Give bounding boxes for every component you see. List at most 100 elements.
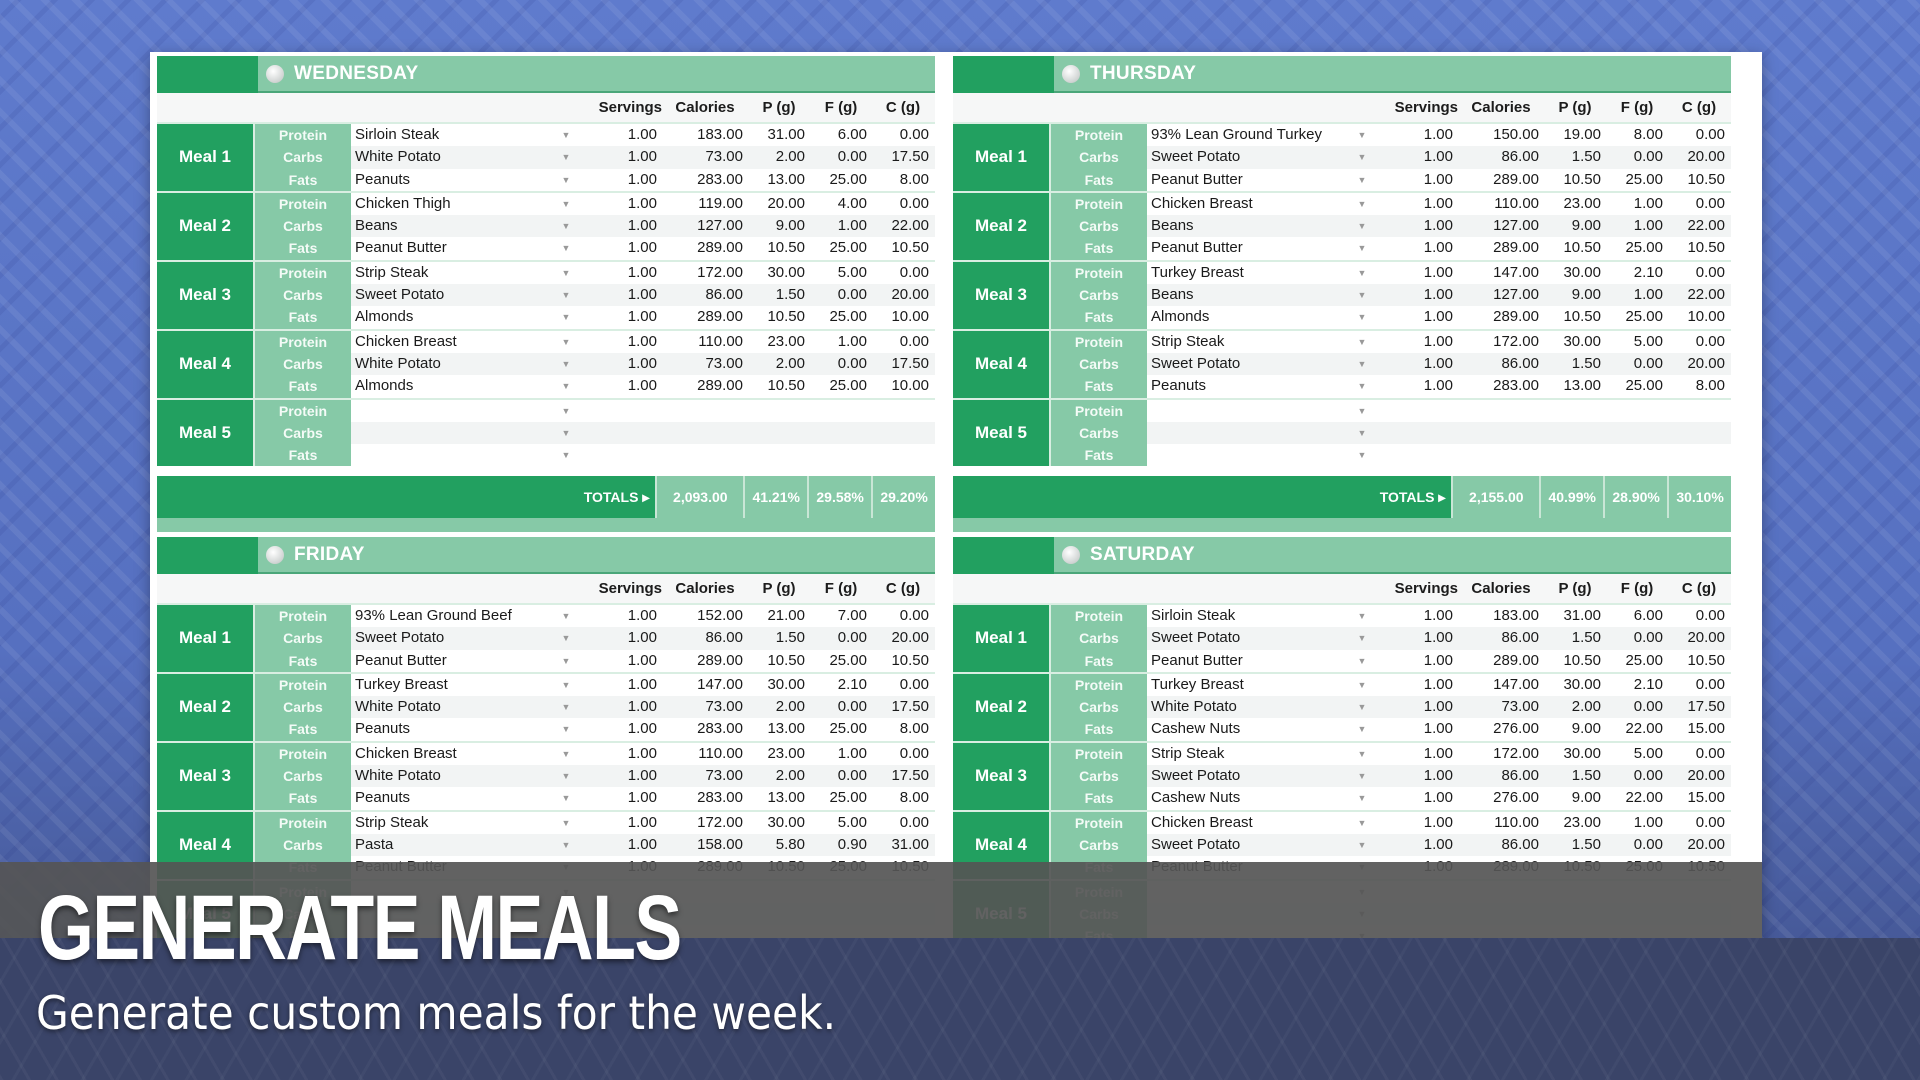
food-select[interactable]: 93% Lean Ground Beef: [351, 605, 555, 627]
dropdown-arrow-icon[interactable]: ▼: [1351, 284, 1373, 306]
servings-value[interactable]: [1373, 422, 1459, 444]
food-select[interactable]: Sweet Potato: [351, 627, 555, 649]
dropdown-arrow-icon[interactable]: ▼: [1351, 237, 1373, 259]
dropdown-arrow-icon[interactable]: ▼: [1351, 787, 1373, 809]
food-select[interactable]: Chicken Thigh: [351, 193, 555, 215]
dropdown-arrow-icon[interactable]: ▼: [1351, 193, 1373, 215]
servings-value[interactable]: 1.00: [577, 306, 663, 328]
food-select[interactable]: Sweet Potato: [351, 284, 555, 306]
dropdown-arrow-icon[interactable]: ▼: [555, 169, 577, 191]
dropdown-arrow-icon[interactable]: ▼: [1351, 169, 1373, 191]
food-select[interactable]: Strip Steak: [351, 812, 555, 834]
food-select[interactable]: Sweet Potato: [1147, 353, 1351, 375]
day-status-dot-icon[interactable]: [1062, 545, 1080, 564]
food-select[interactable]: Peanut Butter: [351, 237, 555, 259]
dropdown-arrow-icon[interactable]: ▼: [1351, 215, 1373, 237]
food-select[interactable]: [351, 400, 555, 422]
dropdown-arrow-icon[interactable]: ▼: [555, 718, 577, 740]
servings-value[interactable]: 1.00: [1373, 146, 1459, 168]
food-select[interactable]: Cashew Nuts: [1147, 718, 1351, 740]
food-select[interactable]: Beans: [1147, 215, 1351, 237]
food-select[interactable]: [1147, 400, 1351, 422]
servings-value[interactable]: 1.00: [577, 215, 663, 237]
dropdown-arrow-icon[interactable]: ▼: [555, 400, 577, 422]
dropdown-arrow-icon[interactable]: ▼: [1351, 696, 1373, 718]
servings-value[interactable]: 1.00: [577, 146, 663, 168]
servings-value[interactable]: 1.00: [577, 812, 663, 834]
food-select[interactable]: Turkey Breast: [351, 674, 555, 696]
servings-value[interactable]: 1.00: [1373, 284, 1459, 306]
dropdown-arrow-icon[interactable]: ▼: [555, 262, 577, 284]
servings-value[interactable]: [1373, 444, 1459, 466]
dropdown-arrow-icon[interactable]: ▼: [1351, 743, 1373, 765]
dropdown-arrow-icon[interactable]: ▼: [555, 650, 577, 672]
servings-value[interactable]: 1.00: [1373, 375, 1459, 397]
dropdown-arrow-icon[interactable]: ▼: [555, 627, 577, 649]
dropdown-arrow-icon[interactable]: ▼: [555, 193, 577, 215]
food-select[interactable]: Peanuts: [351, 718, 555, 740]
servings-value[interactable]: 1.00: [1373, 353, 1459, 375]
servings-value[interactable]: 1.00: [1373, 215, 1459, 237]
dropdown-arrow-icon[interactable]: ▼: [555, 674, 577, 696]
dropdown-arrow-icon[interactable]: ▼: [555, 146, 577, 168]
servings-value[interactable]: 1.00: [1373, 718, 1459, 740]
food-select[interactable]: Almonds: [351, 375, 555, 397]
food-select[interactable]: Strip Steak: [1147, 331, 1351, 353]
servings-value[interactable]: [577, 422, 663, 444]
food-select[interactable]: 93% Lean Ground Turkey: [1147, 124, 1351, 146]
dropdown-arrow-icon[interactable]: ▼: [1351, 834, 1373, 856]
servings-value[interactable]: 1.00: [1373, 627, 1459, 649]
servings-value[interactable]: [1373, 400, 1459, 422]
servings-value[interactable]: 1.00: [1373, 765, 1459, 787]
food-select[interactable]: Sirloin Steak: [351, 124, 555, 146]
servings-value[interactable]: 1.00: [1373, 169, 1459, 191]
food-select[interactable]: Sweet Potato: [1147, 627, 1351, 649]
food-select[interactable]: Cashew Nuts: [1147, 787, 1351, 809]
dropdown-arrow-icon[interactable]: ▼: [555, 444, 577, 466]
servings-value[interactable]: 1.00: [577, 375, 663, 397]
dropdown-arrow-icon[interactable]: ▼: [555, 605, 577, 627]
servings-value[interactable]: 1.00: [577, 331, 663, 353]
food-select[interactable]: White Potato: [351, 765, 555, 787]
food-select[interactable]: Peanut Butter: [1147, 237, 1351, 259]
food-select[interactable]: Chicken Breast: [1147, 812, 1351, 834]
food-select[interactable]: Strip Steak: [1147, 743, 1351, 765]
dropdown-arrow-icon[interactable]: ▼: [555, 306, 577, 328]
servings-value[interactable]: [577, 444, 663, 466]
servings-value[interactable]: 1.00: [1373, 237, 1459, 259]
food-select[interactable]: Beans: [1147, 284, 1351, 306]
food-select[interactable]: Peanuts: [351, 169, 555, 191]
day-status-dot-icon[interactable]: [1062, 64, 1080, 83]
servings-value[interactable]: 1.00: [1373, 787, 1459, 809]
food-select[interactable]: Sirloin Steak: [1147, 605, 1351, 627]
food-select[interactable]: [1147, 422, 1351, 444]
dropdown-arrow-icon[interactable]: ▼: [1351, 674, 1373, 696]
servings-value[interactable]: 1.00: [1373, 674, 1459, 696]
food-select[interactable]: Turkey Breast: [1147, 262, 1351, 284]
servings-value[interactable]: 1.00: [577, 262, 663, 284]
day-status-dot-icon[interactable]: [266, 64, 284, 83]
dropdown-arrow-icon[interactable]: ▼: [555, 812, 577, 834]
food-select[interactable]: Sweet Potato: [1147, 834, 1351, 856]
dropdown-arrow-icon[interactable]: ▼: [1351, 650, 1373, 672]
servings-value[interactable]: 1.00: [1373, 605, 1459, 627]
food-select[interactable]: White Potato: [1147, 696, 1351, 718]
servings-value[interactable]: 1.00: [1373, 834, 1459, 856]
dropdown-arrow-icon[interactable]: ▼: [1351, 627, 1373, 649]
dropdown-arrow-icon[interactable]: ▼: [555, 284, 577, 306]
dropdown-arrow-icon[interactable]: ▼: [555, 834, 577, 856]
servings-value[interactable]: 1.00: [577, 169, 663, 191]
servings-value[interactable]: 1.00: [1373, 331, 1459, 353]
dropdown-arrow-icon[interactable]: ▼: [1351, 718, 1373, 740]
servings-value[interactable]: 1.00: [577, 718, 663, 740]
servings-value[interactable]: 1.00: [1373, 743, 1459, 765]
dropdown-arrow-icon[interactable]: ▼: [555, 237, 577, 259]
servings-value[interactable]: 1.00: [1373, 306, 1459, 328]
day-status-dot-icon[interactable]: [266, 545, 284, 564]
dropdown-arrow-icon[interactable]: ▼: [555, 422, 577, 444]
food-select[interactable]: White Potato: [351, 353, 555, 375]
dropdown-arrow-icon[interactable]: ▼: [1351, 400, 1373, 422]
food-select[interactable]: Strip Steak: [351, 262, 555, 284]
dropdown-arrow-icon[interactable]: ▼: [1351, 444, 1373, 466]
servings-value[interactable]: 1.00: [577, 237, 663, 259]
